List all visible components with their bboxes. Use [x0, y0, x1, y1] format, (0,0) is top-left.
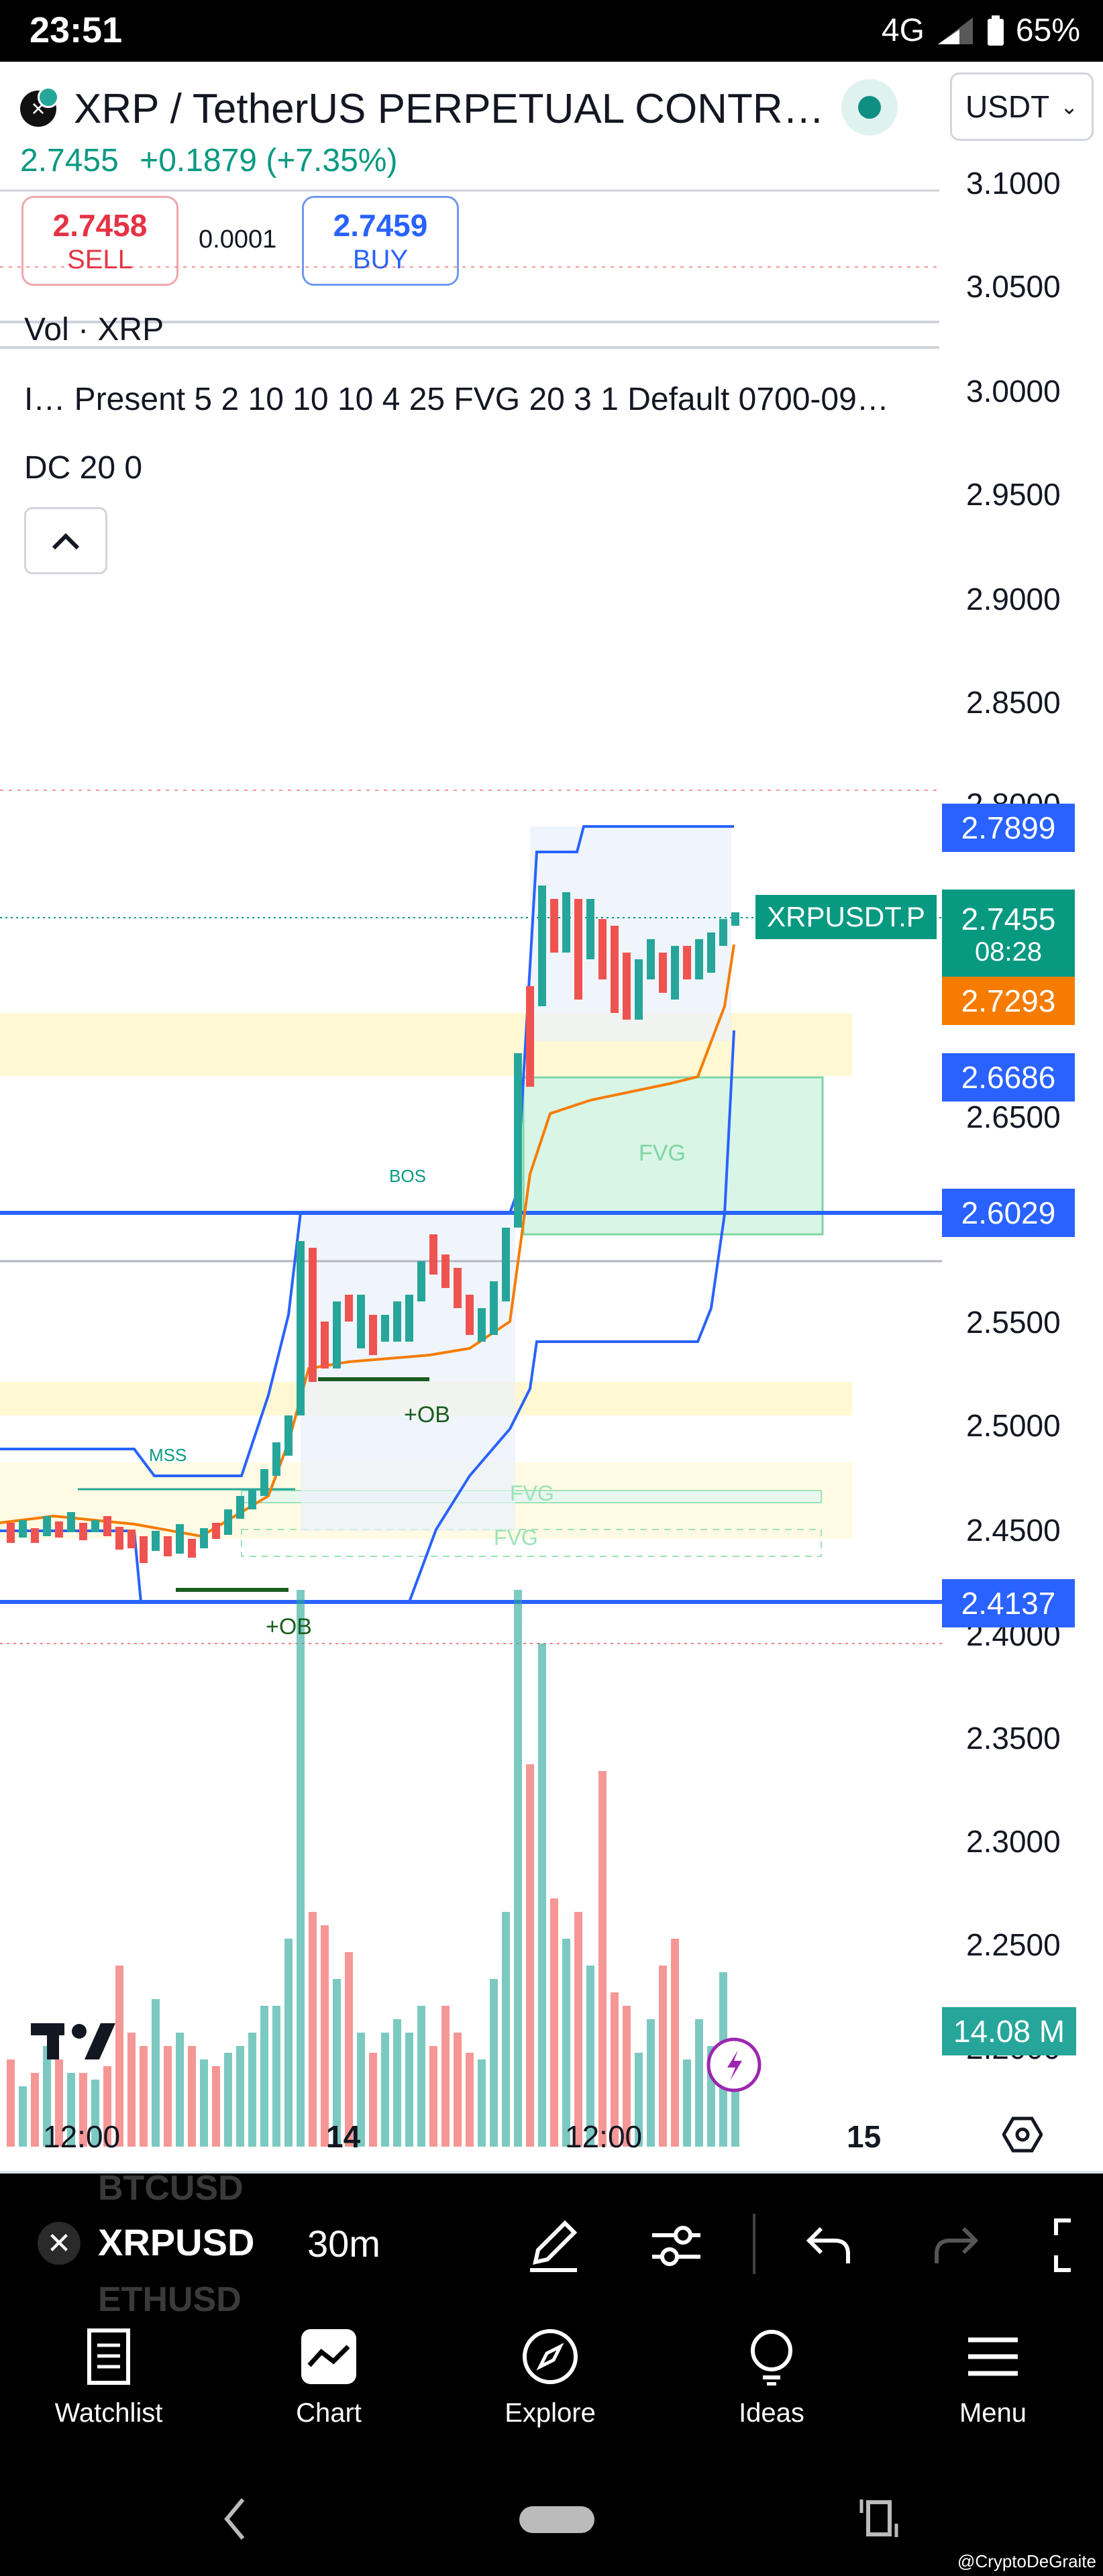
toolbar-symbol[interactable]: XRPUSD: [98, 2220, 259, 2264]
price-tick: 2.4500: [966, 1513, 1061, 1548]
last-price: 2.7455: [20, 143, 119, 178]
redo-icon[interactable]: [933, 2223, 980, 2267]
price-tick: 3.1000: [966, 166, 1061, 201]
chart-settings-icon[interactable]: [1002, 2114, 1043, 2155]
time-tick: 12:00: [565, 2119, 643, 2154]
nav-label: Ideas: [739, 2398, 804, 2428]
donchian-legend[interactable]: DC 20 0: [24, 449, 142, 486]
ob-label: +OB: [404, 1402, 450, 1428]
back-icon[interactable]: [221, 2496, 248, 2542]
chart-toolbar: BTCUSD ETHUSD ✕ XRPUSD 30m: [0, 2169, 1103, 2319]
candle-countdown: 08:28: [974, 936, 1043, 967]
price-tick: 2.5500: [966, 1305, 1061, 1340]
battery-level: 65%: [1015, 13, 1080, 48]
price-tick: 2.5000: [966, 1408, 1061, 1443]
price-tick: 2.9500: [966, 477, 1061, 512]
price-tick: 2.3000: [966, 1824, 1061, 1859]
indicators-icon[interactable]: [648, 2218, 704, 2274]
price-tick: 2.2500: [966, 1927, 1061, 1962]
symbol-row[interactable]: × XRP / TetherUS PERPETUAL CONTR…: [20, 75, 825, 142]
volume-bars: [7, 1590, 739, 2147]
watchlist-icon: [87, 2328, 130, 2385]
market-open-indicator-icon: [841, 79, 898, 136]
nav-label: Explore: [505, 2398, 596, 2428]
interval-button[interactable]: 30m: [307, 2222, 380, 2265]
symbol-title[interactable]: XRP / TetherUS PERPETUAL CONTR…: [74, 85, 825, 133]
level-tag: 2.6029: [942, 1189, 1075, 1237]
nav-label: Watchlist: [54, 2398, 163, 2428]
rotate-icon[interactable]: [859, 2493, 899, 2544]
volume-tag: 14.08 M: [942, 2007, 1076, 2055]
range-box: [301, 1209, 515, 1531]
last-price-tag: 2.7455 08:28: [942, 890, 1075, 978]
chart-icon: [301, 2329, 356, 2384]
home-pill[interactable]: [519, 2506, 594, 2533]
fvg-label: FVG: [639, 1140, 686, 1166]
symbol-ghost-prev: BTCUSD: [98, 2169, 244, 2208]
chevron-up-icon: [52, 533, 80, 550]
price-chart[interactable]: [0, 181, 1103, 2171]
time-tick: 15: [847, 2119, 882, 2154]
fullscreen-icon[interactable]: [1052, 2216, 1103, 2274]
status-bar: 23:51 4G 65%: [0, 0, 1103, 62]
time-tick: 12:00: [43, 2119, 121, 2154]
system-nav: @CryptoDeGraite: [0, 2469, 1103, 2576]
menu-icon: [968, 2337, 1018, 2376]
price-tick: 3.0500: [966, 269, 1061, 304]
pencil-icon[interactable]: [523, 2214, 584, 2274]
midline-tag: 2.7293: [942, 977, 1075, 1025]
symbol-ghost-next: ETHUSD: [98, 2280, 242, 2319]
price-tick: 2.9000: [966, 582, 1061, 616]
status-time: 23:51: [30, 10, 123, 50]
fvg-label-low-2: FVG: [494, 1525, 538, 1550]
network-label: 4G: [881, 13, 925, 48]
currency-value: USDT: [965, 89, 1050, 124]
currency-select[interactable]: USDT ⌄: [950, 72, 1094, 141]
chevron-down-icon: ⌄: [1060, 95, 1078, 119]
dc-lower-tag: 2.6686: [942, 1053, 1075, 1102]
nav-label: Menu: [959, 2398, 1027, 2428]
close-icon[interactable]: ✕: [38, 2222, 81, 2265]
nav-menu[interactable]: Menu: [906, 2328, 1080, 2428]
nav-watchlist[interactable]: Watchlist: [21, 2328, 196, 2428]
lightning-icon[interactable]: [706, 2037, 761, 2092]
fvg-label-low: FVG: [510, 1481, 554, 1505]
undo-icon[interactable]: [805, 2223, 852, 2267]
volume-legend[interactable]: Vol · XRP: [24, 311, 164, 348]
compass-icon: [523, 2329, 578, 2384]
nav-chart[interactable]: Chart: [242, 2328, 416, 2428]
collapse-legend-button[interactable]: [24, 507, 107, 574]
price-tick: 2.8500: [966, 685, 1061, 720]
bos-label: BOS: [389, 1166, 426, 1186]
level-tag-low: 2.4137: [942, 1579, 1075, 1627]
mss-label: MSS: [149, 1445, 187, 1465]
ob-label-low: +OB: [266, 1614, 312, 1640]
price-tick: 3.0000: [966, 374, 1061, 409]
price-tick: 2.6500: [966, 1099, 1061, 1134]
price-change-line: 2.7455 +0.1879 (+7.35%): [20, 142, 397, 179]
nav-ideas[interactable]: Ideas: [684, 2328, 859, 2428]
exchange-badge-icon: [38, 87, 59, 108]
price-tick: 2.3500: [966, 1721, 1061, 1756]
symbol-price-label: XRPUSDT.P: [755, 895, 937, 939]
lightbulb-icon: [751, 2330, 792, 2386]
signal-icon: [937, 17, 973, 44]
battery-icon: [987, 15, 1004, 46]
bottom-nav: Watchlist Chart Explore Ideas Menu: [0, 2314, 1103, 2469]
dc-upper-tag: 2.7899: [942, 804, 1075, 852]
price-change: +0.1879 (+7.35%): [140, 143, 398, 178]
indicator-legend[interactable]: I… Present 5 2 10 10 10 4 25 FVG 20 3 1 …: [24, 381, 916, 418]
nav-explore[interactable]: Explore: [463, 2328, 637, 2428]
last-price-tag-value: 2.7455: [961, 901, 1056, 936]
close-symbol-icon[interactable]: ×: [20, 87, 59, 127]
watermark: @CryptoDeGraite: [957, 2551, 1096, 2571]
time-tick: 14: [326, 2119, 361, 2154]
nav-label: Chart: [296, 2398, 362, 2428]
